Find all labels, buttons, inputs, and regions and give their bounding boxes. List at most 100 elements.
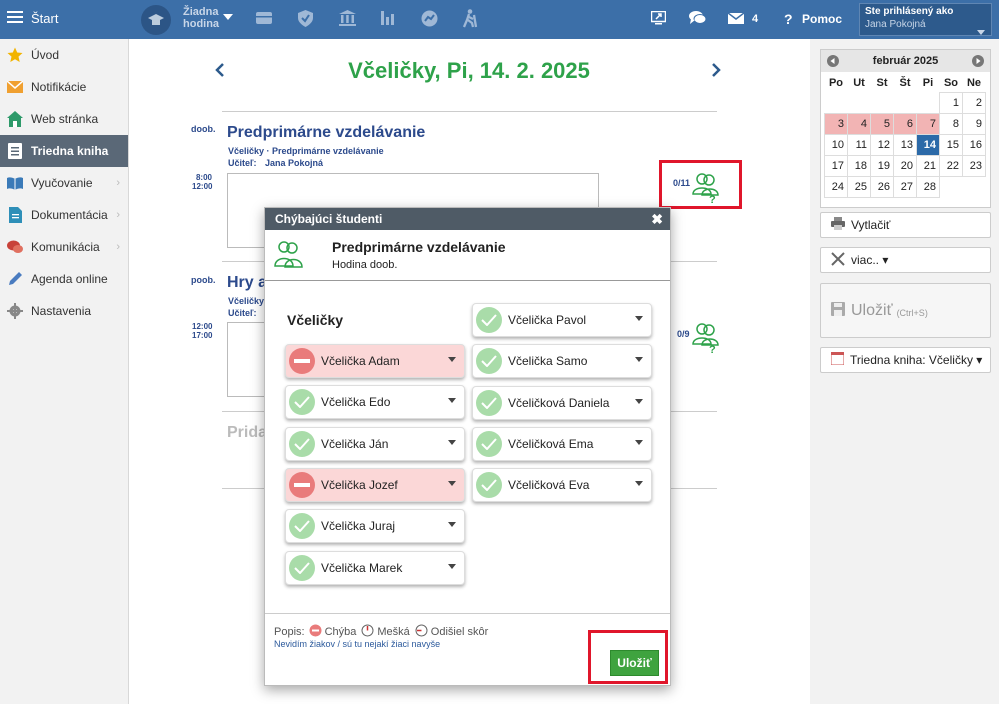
check-icon[interactable] — [476, 430, 502, 457]
student-card[interactable]: Včelička Edo — [285, 385, 465, 420]
calendar-day[interactable]: 10 — [824, 133, 848, 156]
graduation-cap-icon[interactable] — [141, 5, 171, 35]
calendar-day[interactable]: 2 — [962, 91, 986, 114]
calendar-day[interactable]: 11 — [847, 133, 871, 156]
sidebar-item-vyucovanie[interactable]: Vyučovanie › — [0, 167, 128, 199]
classbook-select[interactable]: Triedna kniha: Včeličky ▾ — [820, 347, 991, 373]
institution-icon[interactable] — [339, 10, 356, 26]
student-card[interactable]: Včeličková Daniela — [472, 385, 652, 420]
shield-icon[interactable] — [298, 10, 313, 27]
calendar-day[interactable]: 7 — [916, 112, 940, 135]
absent-icon[interactable] — [289, 348, 315, 374]
student-card[interactable]: Včeličková Eva — [472, 468, 652, 503]
sidebar-item-dokumentacia[interactable]: Dokumentácia › — [0, 199, 128, 231]
chat-icon[interactable] — [689, 10, 706, 25]
calendar-day[interactable]: 19 — [870, 154, 894, 177]
calendar-day[interactable]: 13 — [893, 133, 917, 156]
lesson-title[interactable]: Predprimárne vzdelávanie — [227, 124, 425, 142]
students-icon[interactable]: ? — [692, 322, 720, 357]
student-card[interactable]: Včelička Juraj — [285, 509, 465, 544]
save-top-button[interactable]: Uložiť (Ctrl+S) — [820, 283, 991, 338]
user-menu[interactable]: Ste prihlásený ako Jana Pokojná — [859, 3, 992, 36]
sidebar-item-web-stranka[interactable]: Web stránka — [0, 103, 128, 135]
chevron-down-icon[interactable] — [635, 398, 643, 404]
screen-share-icon[interactable] — [651, 11, 666, 25]
sidebar-item-notifikacie[interactable]: Notifikácie — [0, 71, 128, 103]
calendar-next-icon[interactable] — [972, 55, 984, 70]
calendar-day[interactable]: 24 — [824, 175, 848, 198]
sidebar-item-komunikacia[interactable]: Komunikácia › — [0, 231, 128, 263]
sidebar-item-uvod[interactable]: Úvod — [0, 39, 128, 71]
close-icon[interactable]: ✖ — [651, 212, 663, 226]
check-icon[interactable] — [289, 430, 315, 457]
calendar-day[interactable]: 20 — [893, 154, 917, 177]
next-day-icon[interactable] — [711, 63, 721, 80]
save-button[interactable]: Uložiť — [610, 650, 659, 676]
chevron-down-icon[interactable] — [223, 14, 233, 20]
check-icon[interactable] — [476, 472, 502, 499]
calendar-day[interactable]: 16 — [962, 133, 986, 156]
calendar-day[interactable]: 25 — [847, 175, 871, 198]
calendar-prev-icon[interactable] — [827, 55, 839, 70]
calendar-day[interactable]: 1 — [939, 91, 963, 114]
calendar-day[interactable]: 26 — [870, 175, 894, 198]
sidebar-item-agenda-online[interactable]: Agenda online — [0, 263, 128, 295]
student-card[interactable]: Včelička Samo — [472, 344, 652, 379]
chevron-down-icon[interactable] — [635, 357, 643, 363]
missing-students-link[interactable]: Nevidím žiakov / sú tu nejakí žiaci navy… — [274, 639, 440, 649]
hiking-icon[interactable] — [461, 9, 479, 28]
calendar-day[interactable]: 8 — [939, 112, 963, 135]
student-card[interactable]: Včelička Adam — [285, 344, 465, 378]
lesson-title[interactable]: Hry a — [227, 274, 267, 292]
check-icon[interactable] — [476, 307, 502, 333]
classbook-icon[interactable] — [256, 11, 272, 25]
check-icon[interactable] — [476, 348, 502, 375]
calendar-day[interactable]: 14 — [916, 133, 940, 156]
calendar-day[interactable]: 5 — [870, 112, 894, 135]
menu-icon[interactable] — [7, 10, 23, 24]
chevron-down-icon[interactable] — [635, 316, 643, 321]
calendar-day[interactable]: 15 — [939, 133, 963, 156]
sidebar-item-nastavenia[interactable]: Nastavenia — [0, 295, 128, 327]
add-lesson-link[interactable]: Prida — [227, 424, 267, 442]
chevron-down-icon[interactable] — [448, 439, 456, 445]
print-button[interactable]: Vytlačiť — [820, 212, 991, 238]
prev-day-icon[interactable] — [215, 63, 225, 80]
check-icon[interactable] — [476, 389, 502, 416]
absent-icon[interactable] — [289, 471, 315, 498]
students-icon[interactable]: ? — [692, 172, 720, 207]
calendar-day[interactable]: 21 — [916, 154, 940, 177]
bar-chart-icon[interactable] — [381, 11, 395, 25]
calendar-day[interactable]: 22 — [939, 154, 963, 177]
calendar-day[interactable]: 4 — [847, 112, 871, 135]
calendar-day[interactable]: 3 — [824, 112, 848, 135]
student-card[interactable]: Včelička Marek — [285, 550, 465, 585]
mail-icon[interactable] — [728, 13, 744, 24]
more-button[interactable]: viac.. ▾ — [820, 247, 991, 273]
chevron-down-icon[interactable] — [448, 563, 456, 569]
student-card[interactable]: Včeličková Ema — [472, 426, 652, 461]
chevron-down-icon[interactable] — [635, 481, 643, 487]
chevron-down-icon[interactable] — [448, 357, 456, 362]
help-link[interactable]: Pomoc — [802, 12, 842, 26]
student-card[interactable]: Včelička Pavol — [472, 303, 652, 337]
calendar-day[interactable]: 9 — [962, 112, 986, 135]
check-icon[interactable] — [289, 554, 315, 581]
chevron-down-icon[interactable] — [448, 480, 456, 486]
calendar-day[interactable]: 28 — [916, 175, 940, 198]
start-link[interactable]: Štart — [31, 11, 58, 26]
lesson-selector[interactable]: Žiadna hodina — [183, 6, 219, 30]
calendar-day[interactable]: 18 — [847, 154, 871, 177]
sidebar-item-triedna-kniha[interactable]: Triedna kniha — [0, 135, 128, 167]
calendar-day[interactable]: 27 — [893, 175, 917, 198]
student-card[interactable]: Včelička Jozef — [285, 467, 465, 502]
check-icon[interactable] — [289, 513, 315, 540]
trend-icon[interactable] — [421, 10, 438, 27]
check-icon[interactable] — [289, 389, 315, 416]
chevron-down-icon[interactable] — [448, 522, 456, 528]
calendar-day[interactable]: 23 — [962, 154, 986, 177]
calendar-day[interactable]: 12 — [870, 133, 894, 156]
calendar-day[interactable]: 6 — [893, 112, 917, 135]
chevron-down-icon[interactable] — [635, 439, 643, 445]
chevron-down-icon[interactable] — [448, 398, 456, 404]
